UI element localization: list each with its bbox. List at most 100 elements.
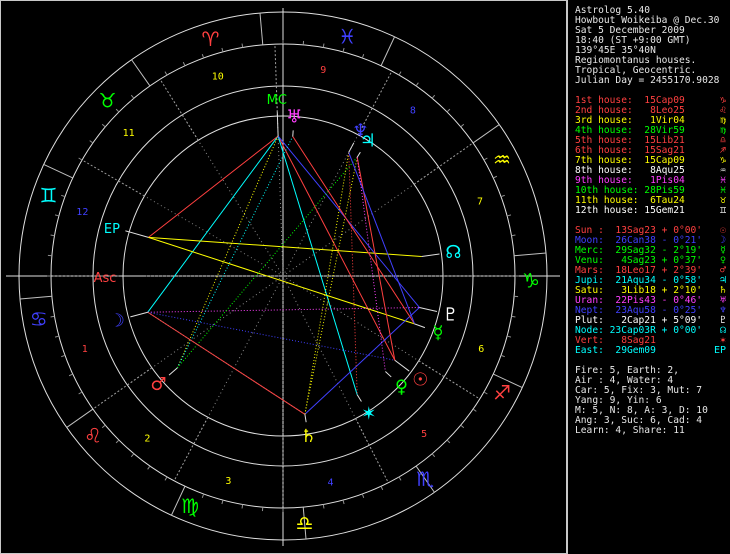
glyph-pointer: [421, 253, 440, 258]
ep-glyph: EP: [104, 222, 120, 237]
sign-icon: ♋: [30, 307, 48, 331]
degree-tick: [164, 476, 168, 481]
degree-tick: [221, 47, 224, 53]
house-number: 5: [421, 429, 427, 440]
degree-tick: [61, 354, 66, 358]
house-sign-icon: ♊: [719, 205, 726, 216]
house-number: 12: [76, 207, 88, 218]
degree-tick: [500, 354, 505, 358]
house-number: 1: [82, 344, 88, 355]
house-cusp-line: [173, 417, 209, 482]
degree-tick: [89, 140, 94, 144]
degree-tick: [380, 486, 384, 491]
glyph-pointer: [304, 414, 307, 423]
neptune-glyph: ♆: [352, 120, 368, 141]
planet-icon: EP: [713, 345, 726, 356]
glyph-pointer: [414, 323, 426, 329]
info-panel: Astrolog 5.40 Howbout Woikeiba @ Dec.30 Sa…: [567, 0, 730, 554]
uranus-glyph: ♅: [286, 106, 302, 127]
degree-tick: [61, 194, 66, 198]
glyph-pointer: [130, 311, 148, 318]
sign-boundary: [514, 252, 547, 257]
glyph-pointer: [419, 307, 438, 313]
house-number: 2: [144, 434, 150, 445]
degree-tick: [147, 465, 151, 470]
degree-tick: [506, 335, 512, 338]
degree-tick: [54, 214, 60, 217]
sign-icon: ♒: [493, 148, 511, 172]
degree-tick: [506, 214, 512, 217]
degree-tick: [511, 234, 516, 237]
degree-tick: [50, 315, 55, 318]
asc-glyph: Asc: [94, 271, 117, 286]
node-glyph: ☊: [445, 242, 461, 263]
degree-tick: [415, 82, 419, 87]
house-row: 12th house: 15Gem21: [575, 205, 685, 216]
degree-tick: [446, 108, 451, 113]
degree-tick: [201, 493, 205, 498]
degree-tick: [460, 424, 465, 429]
aspect-line: [304, 307, 420, 415]
sign-icon: ♊: [40, 183, 58, 207]
degree-tick: [398, 476, 402, 481]
house-number: 8: [410, 106, 416, 117]
sign-boundary: [472, 124, 500, 144]
saturn-glyph: ♄: [300, 426, 316, 447]
glyph-pointer: [356, 151, 361, 158]
degree-tick: [221, 499, 224, 505]
degree-tick: [164, 71, 168, 76]
planet-glyphs: MCAscEP♅♃♆☊♇☿☉♀✶♄♂☽: [94, 93, 462, 447]
glyph-pointer: [356, 394, 362, 402]
house-numbers: 123 456789101112: [76, 65, 484, 489]
venus-glyph: ♀: [395, 376, 408, 397]
sign-icon: ♌: [84, 423, 102, 447]
sign-icon: ♓: [338, 24, 356, 48]
summary-line: Learn: 4, Share: 11: [575, 425, 685, 436]
planet-row: East: 29Gem09: [575, 345, 656, 356]
moon-glyph: ☽: [109, 311, 125, 332]
house-number: 10: [212, 71, 224, 82]
glyph-pointer: [168, 367, 178, 376]
degree-tick: [361, 493, 365, 498]
sign-boundary: [131, 59, 151, 87]
degree-tick: [472, 408, 477, 412]
vertex-glyph: ✶: [361, 403, 376, 424]
mc-glyph: MC: [267, 93, 287, 108]
aspect-line: [356, 157, 386, 372]
degree-tick: [431, 94, 436, 99]
degree-tick: [342, 499, 345, 505]
degree-tick: [431, 453, 436, 458]
aspect-lines: [147, 135, 422, 415]
degree-tick: [201, 54, 205, 59]
degree-tick: [78, 391, 83, 395]
degree-tick: [483, 157, 488, 161]
degree-tick: [500, 194, 505, 198]
degree-tick: [361, 54, 365, 59]
degree-tick: [322, 43, 325, 48]
degree-tick: [398, 71, 402, 76]
chart-wheel: ♈♉♊♋♌♍♎♏♐♑♒♓ 123 456789101112 MCAscEP♅♃♆☊…: [6, 8, 560, 546]
aspect-line: [147, 135, 279, 313]
house-cusp-line: [92, 367, 153, 410]
degree-tick: [322, 504, 325, 509]
degree-tick: [511, 315, 516, 318]
degree-tick: [241, 43, 244, 48]
house-cusp-line: [355, 418, 389, 483]
degree-tick: [483, 391, 488, 395]
aspect-line: [147, 311, 306, 415]
sun-glyph: ☉: [412, 370, 428, 391]
degree-tick: [493, 175, 498, 179]
mars-glyph: ♂: [150, 374, 166, 395]
glyph-pointer: [385, 371, 392, 378]
degree-tick: [460, 123, 465, 128]
sign-icon: ♏: [416, 467, 434, 491]
sign-boundary: [259, 12, 264, 45]
sign-icon: ♎: [296, 511, 314, 535]
aspect-line: [148, 236, 422, 258]
degree-tick: [68, 373, 73, 377]
aspect-line: [304, 152, 350, 415]
sign-boundary: [19, 295, 52, 300]
degree-tick: [101, 424, 106, 429]
house-number: 3: [225, 476, 231, 487]
degree-tick: [446, 439, 451, 444]
